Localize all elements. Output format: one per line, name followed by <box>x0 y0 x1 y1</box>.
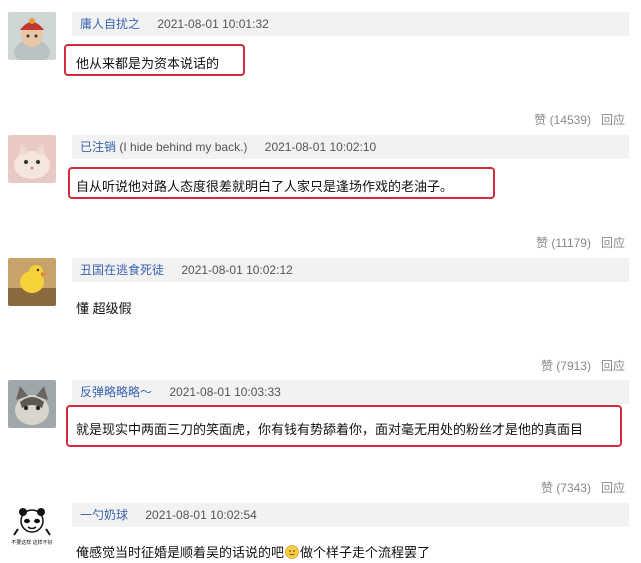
reply-button[interactable]: 回应 <box>601 236 625 250</box>
comment-text: 俺感觉当时征婚是顺着吴的话说的吧 做个样子走个流程罢了 <box>76 542 430 561</box>
comment-actions: 赞 (14539) 回应 <box>534 111 625 128</box>
avatar[interactable]: 不要这样 这样不好 <box>8 503 56 551</box>
timestamp: 2021-08-01 10:02:10 <box>264 140 377 154</box>
comment-header: 反弹略略略～ 2021-08-01 10:03:33 <box>72 380 629 404</box>
like-button[interactable]: 赞 (7343) <box>541 481 591 495</box>
smiley-emoji-icon <box>285 545 299 559</box>
comment-text: 懂 超级假 <box>76 301 132 316</box>
comment-actions: 赞 (7913) 回应 <box>541 357 625 374</box>
like-button[interactable]: 赞 (14539) <box>534 113 591 127</box>
comment-text: 就是现实中两面三刀的笑面虎，你有钱有势舔着你，面对毫无用处的粉丝才是他的真面目 <box>76 422 584 437</box>
username[interactable]: 丑国在逃食死徒 <box>80 263 164 277</box>
comment-header: 庸人自扰之 2021-08-01 10:01:32 <box>72 12 629 36</box>
reply-button[interactable]: 回应 <box>601 359 625 373</box>
username[interactable]: 已注销 <box>80 140 116 154</box>
avatar[interactable] <box>8 380 56 428</box>
comment-header: 一勺奶球 2021-08-01 10:02:54 <box>72 503 629 527</box>
comment-text-part-1: 俺感觉当时征婚是顺着吴的话说的吧 <box>76 545 285 560</box>
like-button[interactable]: 赞 (11179) <box>536 236 591 250</box>
comment-text: 自从听说他对路人态度很差就明白了人家只是逢场作戏的老油子。 <box>76 179 454 194</box>
comment-actions: 赞 (11179) 回应 <box>536 234 625 251</box>
like-button[interactable]: 赞 (7913) <box>541 359 591 373</box>
comment-header: 已注销 (I hide behind my back.) 2021-08-01 … <box>72 135 629 159</box>
timestamp: 2021-08-01 10:03:33 <box>169 385 281 399</box>
avatar[interactable] <box>8 12 56 60</box>
timestamp: 2021-08-01 10:02:54 <box>145 508 257 522</box>
avatar-caption: 不要这样 这样不好 <box>11 540 53 546</box>
comment-text: 他从来都是为资本说话的 <box>76 56 220 71</box>
comment-header: 丑国在逃食死徒 2021-08-01 10:02:12 <box>72 258 629 282</box>
username[interactable]: 反弹略略略～ <box>80 385 152 399</box>
reply-button[interactable]: 回应 <box>601 481 625 495</box>
timestamp: 2021-08-01 10:02:12 <box>181 263 293 277</box>
avatar[interactable] <box>8 135 56 183</box>
timestamp: 2021-08-01 10:01:32 <box>157 17 269 31</box>
user-note: (I hide behind my back.) <box>119 140 248 154</box>
username[interactable]: 一勺奶球 <box>80 508 128 522</box>
comment-text-part-2: 做个样子走个流程罢了 <box>300 545 431 560</box>
comment-actions: 赞 (7343) 回应 <box>541 479 625 496</box>
username[interactable]: 庸人自扰之 <box>80 17 140 31</box>
avatar[interactable] <box>8 258 56 306</box>
reply-button[interactable]: 回应 <box>601 113 625 127</box>
